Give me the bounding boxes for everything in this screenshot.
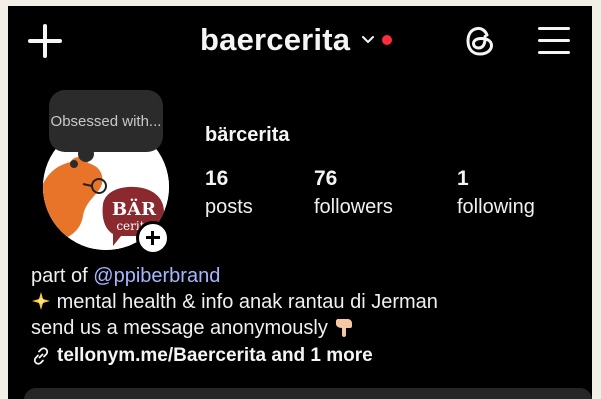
bio-line-1: part of @ppiberbrand (31, 263, 591, 289)
pointing-down-hand-icon (336, 319, 353, 337)
threads-icon[interactable] (461, 22, 499, 60)
bio-line-2: mental health & info anak rantau di Jerm… (31, 289, 591, 315)
external-link[interactable]: tellonym.me/Baercerita and 1 more (31, 343, 591, 369)
bio: part of @ppiberbrand mental health & inf… (31, 263, 591, 369)
external-link-text: tellonym.me/Baercerita and 1 more (57, 345, 373, 366)
add-story-button[interactable] (136, 221, 170, 255)
display-name: bärcerita (205, 124, 290, 146)
following-stat[interactable]: 1 following (457, 166, 535, 222)
posts-label: posts (205, 196, 253, 218)
new-post-button[interactable] (28, 24, 62, 58)
username-title: baercerita (200, 22, 351, 57)
note-tail (78, 146, 94, 162)
note-tail-dot (70, 160, 78, 168)
followers-count: 76 (314, 167, 338, 190)
edit-profile-button[interactable] (24, 388, 592, 399)
hamburger-menu-icon[interactable] (538, 26, 570, 56)
following-label: following (457, 196, 535, 218)
followers-label: followers (314, 196, 393, 218)
posts-stat[interactable]: 16 posts (205, 166, 253, 222)
bio-description: mental health & info anak rantau di Jerm… (56, 291, 438, 313)
bio-part-of-text: part of (31, 265, 94, 287)
top-bar: baercerita (8, 6, 592, 74)
notification-dot (382, 35, 393, 45)
link-icon (33, 347, 49, 365)
avatar-logo-text: BÄR (112, 197, 157, 220)
bio-mention-link[interactable]: @ppiberbrand (93, 265, 220, 287)
following-count: 1 (457, 167, 469, 190)
note-text: Obsessed with... (50, 112, 162, 130)
profile-screen: baercerita Obsessed with... BÄR cerita b… (8, 6, 592, 399)
chevron-down-icon (362, 36, 375, 43)
account-switcher[interactable]: baercerita (200, 20, 393, 60)
note-bubble[interactable]: Obsessed with... (49, 90, 163, 152)
sparkle-star-icon (32, 292, 50, 310)
posts-count: 16 (205, 167, 229, 190)
bio-line-3: send us a message anonymously (31, 315, 591, 341)
followers-stat[interactable]: 76 followers (314, 166, 393, 222)
bio-message-prompt: send us a message anonymously (31, 317, 328, 339)
